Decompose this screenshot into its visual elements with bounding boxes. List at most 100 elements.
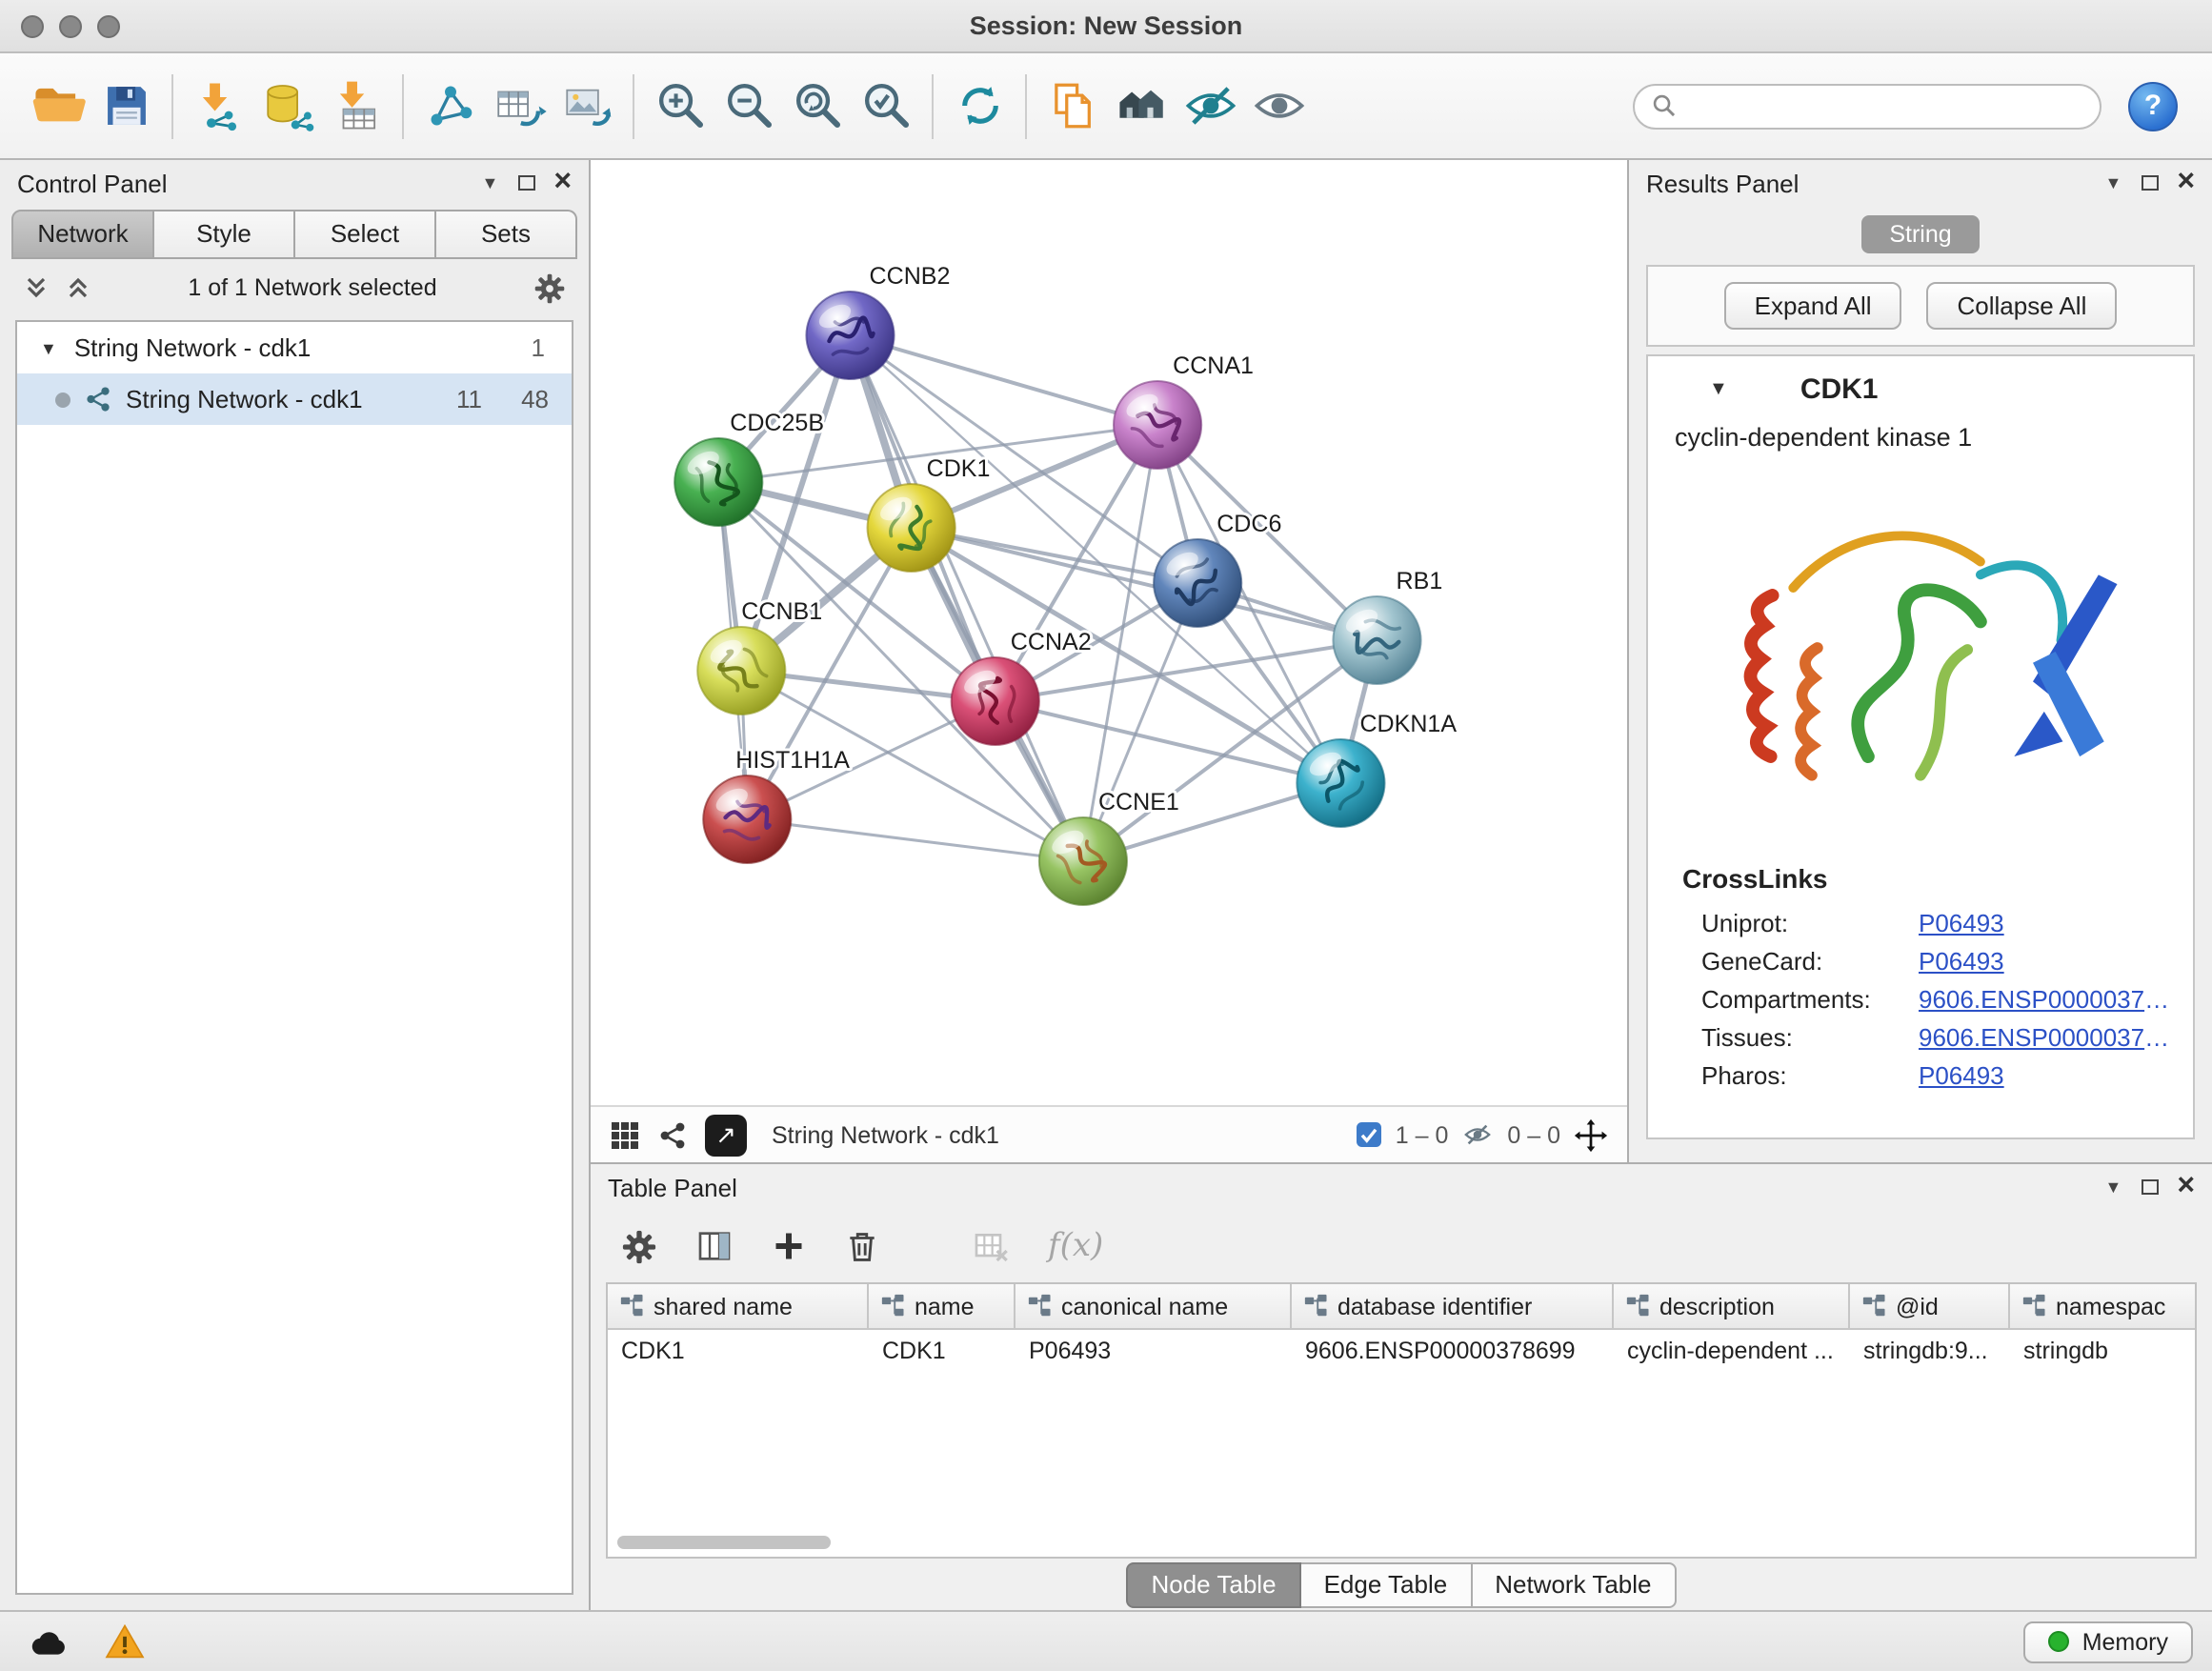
network-edge[interactable] xyxy=(851,335,1158,425)
network-node-RB1[interactable] xyxy=(1333,596,1420,684)
network-node-CCNE1[interactable] xyxy=(1039,817,1127,905)
panel-menu-icon[interactable]: ▼ xyxy=(2104,1178,2122,1197)
table-cell[interactable]: stringdb xyxy=(2010,1330,2197,1376)
disclosure-triangle-icon[interactable]: ▼ xyxy=(40,338,57,357)
minimize-button[interactable] xyxy=(59,15,82,38)
copy-document-button[interactable] xyxy=(1038,64,1107,148)
expand-all-icon[interactable] xyxy=(65,274,91,301)
tab-network-table[interactable]: Network Table xyxy=(1472,1561,1676,1607)
pan-move-icon[interactable] xyxy=(1574,1117,1608,1152)
network-node-CDKN1A[interactable] xyxy=(1297,739,1384,827)
tab-node-table[interactable]: Node Table xyxy=(1126,1561,1300,1607)
search-input[interactable] xyxy=(1688,91,2082,120)
network-node-CDC6[interactable] xyxy=(1154,539,1241,627)
warnings-button[interactable] xyxy=(95,1621,152,1662)
refresh-layout-button[interactable] xyxy=(945,64,1014,148)
network-overview-icon[interactable] xyxy=(657,1119,688,1150)
selected-checkbox-icon[interactable] xyxy=(1357,1122,1382,1147)
network-collection-row[interactable]: ▼ String Network - cdk1 1 xyxy=(17,322,572,373)
table-settings-gear-icon[interactable] xyxy=(621,1228,657,1264)
column-header-shared-name[interactable]: shared name xyxy=(608,1284,869,1328)
network-node-CCNA1[interactable] xyxy=(1114,381,1201,469)
show-columns-icon[interactable] xyxy=(695,1227,734,1265)
close-button[interactable] xyxy=(21,15,44,38)
table-row[interactable]: CDK1CDK1P064939606.ENSP00000378699cyclin… xyxy=(608,1330,2195,1376)
new-network-from-selection-button[interactable] xyxy=(415,64,484,148)
export-image-button[interactable] xyxy=(553,64,621,148)
network-edge[interactable] xyxy=(747,819,1083,861)
tab-style[interactable]: Style xyxy=(154,210,295,259)
table-cell[interactable]: 9606.ENSP00000378699 xyxy=(1292,1330,1614,1376)
table-cell[interactable]: CDK1 xyxy=(608,1330,869,1376)
tab-sets[interactable]: Sets xyxy=(436,210,577,259)
memory-button[interactable]: Memory xyxy=(2023,1621,2193,1662)
crosslink-link[interactable]: 9606.ENSP00000378699 xyxy=(1919,984,2178,1013)
add-column-plus-icon[interactable] xyxy=(772,1229,806,1263)
zoom-fit-button[interactable] xyxy=(783,64,852,148)
crosslink-link[interactable]: P06493 xyxy=(1919,946,2004,975)
hide-selected-button[interactable] xyxy=(1176,64,1244,148)
table-cell[interactable]: P06493 xyxy=(1016,1330,1292,1376)
scrollbar-thumb[interactable] xyxy=(617,1536,831,1549)
search-box[interactable] xyxy=(1633,83,2101,129)
panel-close-icon[interactable]: × xyxy=(2177,1172,2195,1202)
delete-column-trash-icon[interactable] xyxy=(844,1228,880,1264)
network-node-CCNB1[interactable] xyxy=(697,627,785,715)
network-node-HIST1H1A[interactable] xyxy=(703,775,791,863)
panel-close-icon[interactable]: × xyxy=(553,168,572,198)
network-row-selected[interactable]: String Network - cdk1 11 48 xyxy=(17,373,572,425)
column-header-namespac[interactable]: namespac xyxy=(2010,1284,2197,1328)
network-node-CDK1[interactable] xyxy=(868,484,955,572)
hidden-eye-slash-icon[interactable] xyxy=(1461,1120,1494,1149)
table-cell[interactable]: stringdb:9... xyxy=(1850,1330,2010,1376)
table-cell[interactable]: CDK1 xyxy=(869,1330,1016,1376)
panel-float-icon[interactable] xyxy=(2141,175,2158,191)
tab-string[interactable]: String xyxy=(1860,215,1980,253)
network-graph[interactable]: CCNB2CCNA1CDC25BCDK1CDC6RB1CCNB1CCNA2CDK… xyxy=(591,160,1627,1105)
panel-close-icon[interactable]: × xyxy=(2177,168,2195,198)
crosslink-link[interactable]: 9606.ENSP00000378699 xyxy=(1919,1022,2178,1051)
import-network-from-database-button[interactable] xyxy=(253,64,322,148)
panel-float-icon[interactable] xyxy=(2141,1179,2158,1195)
zoom-in-button[interactable] xyxy=(646,64,714,148)
network-node-CCNB2[interactable] xyxy=(806,292,894,379)
horizontal-scrollbar[interactable] xyxy=(613,1534,2189,1551)
export-table-button[interactable] xyxy=(484,64,553,148)
crosslink-link[interactable]: P06493 xyxy=(1919,908,2004,936)
show-all-button[interactable] xyxy=(1244,64,1313,148)
home-button[interactable] xyxy=(1107,64,1176,148)
column-header-database-identifier[interactable]: database identifier xyxy=(1292,1284,1614,1328)
zoom-button[interactable] xyxy=(97,15,120,38)
crosslink-link[interactable]: P06493 xyxy=(1919,1060,2004,1089)
tab-edge-table[interactable]: Edge Table xyxy=(1301,1561,1473,1607)
tab-select[interactable]: Select xyxy=(295,210,436,259)
network-node-CCNA2[interactable] xyxy=(952,657,1039,745)
tab-network[interactable]: Network xyxy=(11,210,154,259)
save-session-button[interactable] xyxy=(91,64,160,148)
table-cell[interactable]: cyclin-dependent ... xyxy=(1614,1330,1850,1376)
network-edge[interactable] xyxy=(851,335,1083,861)
column-header-name[interactable]: name xyxy=(869,1284,1016,1328)
panel-menu-icon[interactable]: ▼ xyxy=(481,173,498,192)
column-header-canonical-name[interactable]: canonical name xyxy=(1016,1284,1292,1328)
expand-all-button[interactable]: Expand All xyxy=(1724,282,1902,330)
disclosure-triangle-icon[interactable]: ▼ xyxy=(1709,379,1728,400)
network-canvas[interactable]: CCNB2CCNA1CDC25BCDK1CDC6RB1CCNB1CCNA2CDK… xyxy=(591,160,1627,1105)
gene-section-header[interactable]: ▼ CDK1 xyxy=(1648,356,2193,419)
import-network-from-file-button[interactable] xyxy=(185,64,253,148)
gear-icon[interactable] xyxy=(533,272,566,304)
panel-menu-icon[interactable]: ▼ xyxy=(2104,173,2122,192)
network-node-CDC25B[interactable] xyxy=(674,438,762,526)
open-session-button[interactable] xyxy=(23,64,91,148)
open-in-browser-button[interactable]: ↗ xyxy=(705,1114,747,1156)
zoom-selected-button[interactable] xyxy=(852,64,920,148)
collapse-all-button[interactable]: Collapse All xyxy=(1927,282,2118,330)
zoom-out-button[interactable] xyxy=(714,64,783,148)
panel-float-icon[interactable] xyxy=(517,175,534,191)
help-button[interactable]: ? xyxy=(2128,81,2178,131)
column-header-description[interactable]: description xyxy=(1614,1284,1850,1328)
cloud-status-button[interactable] xyxy=(19,1621,76,1662)
column-header--id[interactable]: @id xyxy=(1850,1284,2010,1328)
collapse-all-icon[interactable] xyxy=(23,274,50,301)
birdseye-grid-icon[interactable] xyxy=(610,1119,640,1150)
